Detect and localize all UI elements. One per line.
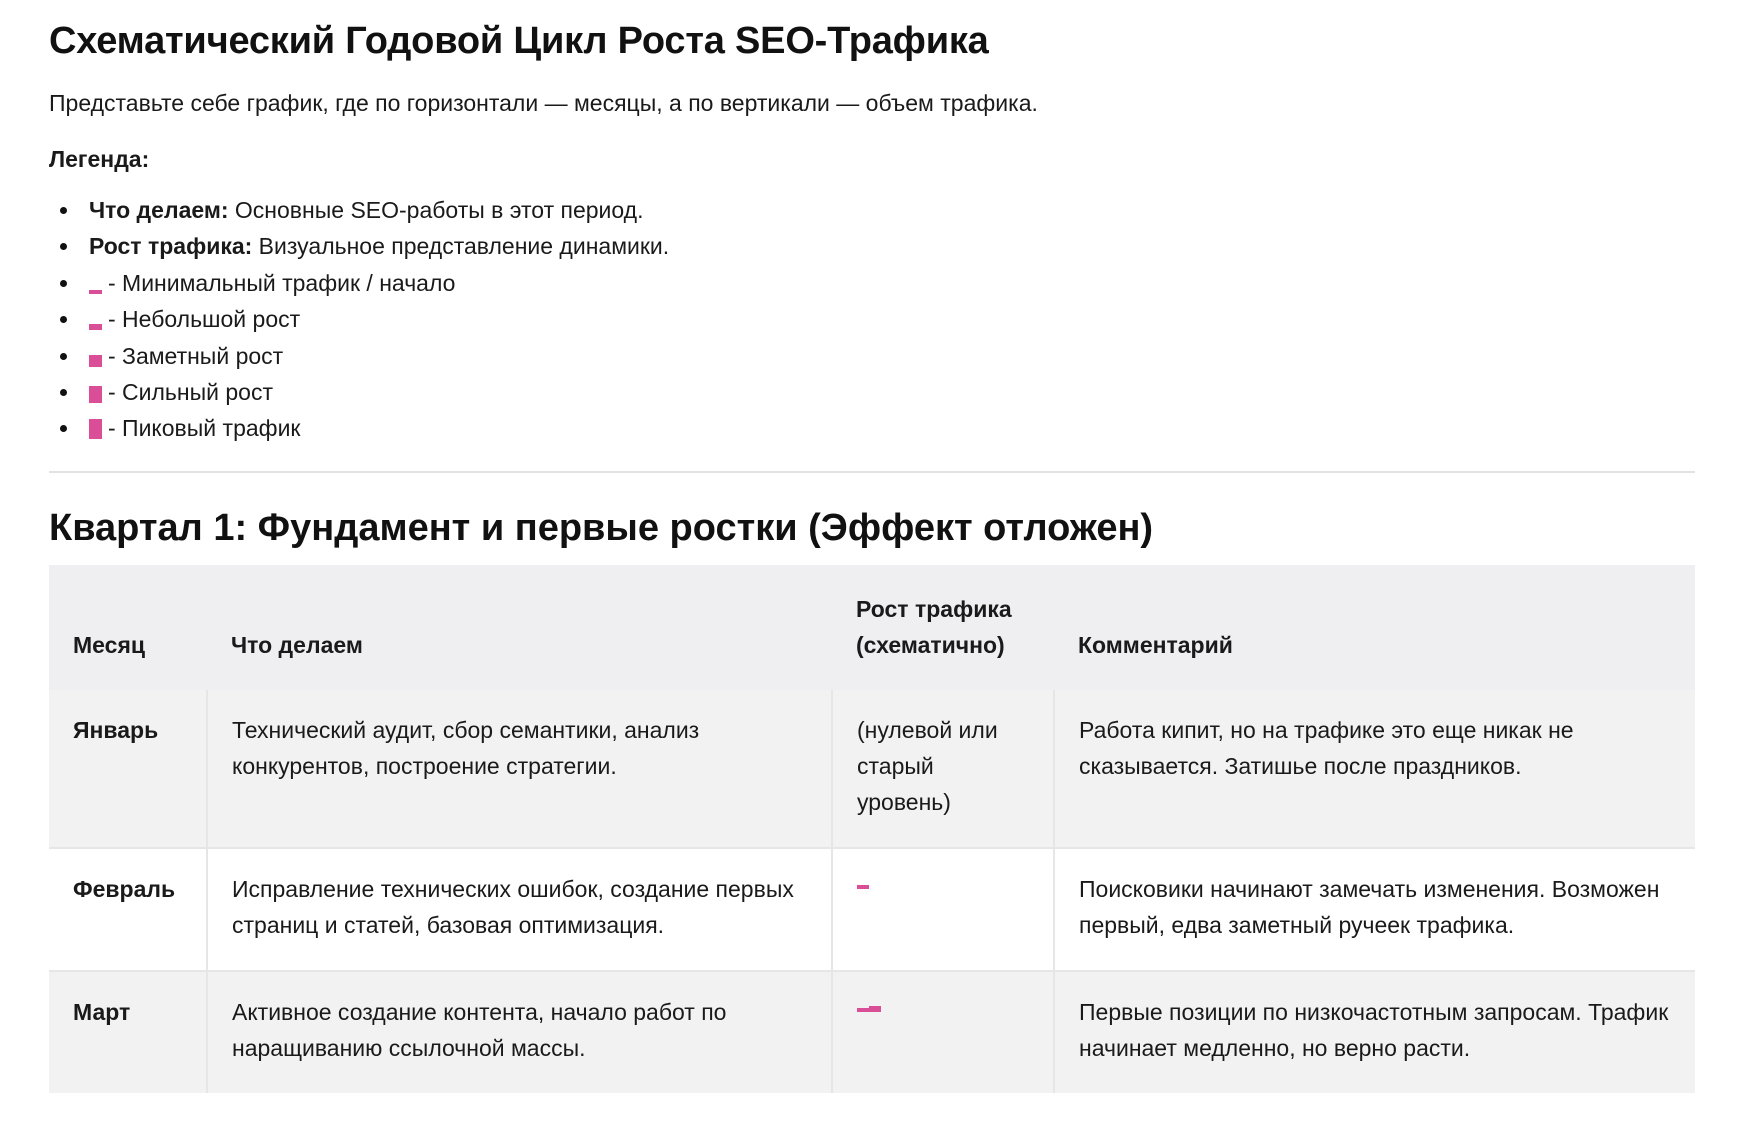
what-cell: Исправление технических ошибок, создание…: [206, 847, 832, 971]
bar-level-5-icon: [89, 414, 102, 440]
document-page: Схематический Годовой Цикл Роста SEO-Тра…: [0, 0, 1746, 1093]
growth-bar-segment: [857, 884, 869, 889]
intro-paragraph: Представьте себе график, где по горизонт…: [49, 90, 1038, 116]
legend-level-text: - Сильный рост: [108, 379, 273, 406]
legend-item-growth: Рост трафика: Визуальное представление д…: [60, 228, 1746, 264]
month-cell: Январь: [73, 716, 159, 743]
legend-item-text: Визуальное представление динамики.: [252, 233, 670, 260]
growth-cell: [831, 970, 1054, 1093]
comment-cell: Работа кипит, но на трафике это еще ника…: [1053, 689, 1695, 848]
legend-level-2: - Небольшой рост: [60, 301, 1746, 337]
growth-bar-segment: [857, 1007, 869, 1012]
table-row: Февраль Исправление технических ошибок, …: [49, 847, 1695, 971]
comment-cell: Первые позиции по низкочастотным запроса…: [1053, 970, 1695, 1093]
growth-cell: [831, 847, 1054, 971]
column-header-growth: Рост трафика (схематично): [856, 595, 1012, 659]
legend-level-text: - Пиковый трафик: [108, 415, 301, 442]
legend-item-what: Что делаем: Основные SEO-работы в этот п…: [60, 192, 1746, 228]
legend-level-5: - Пиковый трафик: [60, 410, 1746, 446]
column-header-what: Что делаем: [231, 632, 363, 659]
legend-list: Что делаем: Основные SEO-работы в этот п…: [49, 192, 1746, 447]
quarter-1-table: Месяц Что делаем Рост трафика (схематичн…: [49, 564, 1695, 1093]
bar-level-1-icon: [89, 269, 102, 294]
legend-level-3: - Заметный рост: [60, 338, 1746, 374]
bar-level-2-icon: [89, 305, 102, 331]
legend-level-text: - Минимальный трафик / начало: [108, 269, 456, 296]
table-row: Март Активное создание контента, начало …: [49, 970, 1695, 1093]
page-title: Схематический Годовой Цикл Роста SEO-Тра…: [49, 20, 989, 62]
legend-item-label: Рост трафика:: [89, 233, 253, 260]
table-row: Январь Технический аудит, сбор семантики…: [49, 689, 1695, 848]
month-cell: Март: [73, 998, 131, 1025]
what-cell: Активное создание контента, начало работ…: [206, 970, 832, 1093]
legend-level-text: - Небольшой рост: [108, 306, 301, 333]
growth-cell: (нулевой или старый уровень): [831, 689, 1054, 848]
legend-level-4: - Сильный рост: [60, 374, 1746, 410]
growth-text: (нулевой или старый уровень): [857, 716, 998, 816]
growth-bars: [857, 994, 1029, 1030]
table-header-row: Месяц Что делаем Рост трафика (схематичн…: [49, 564, 1695, 690]
comment-cell: Поисковики начинают замечать изменения. …: [1053, 847, 1695, 971]
what-cell: Технический аудит, сбор семантики, анали…: [206, 689, 832, 848]
bar-level-3-icon: [89, 342, 102, 367]
month-cell: Февраль: [73, 875, 176, 902]
growth-bar-segment: [869, 1005, 881, 1012]
growth-bars: [857, 871, 1029, 907]
legend-item-text: Основные SEO-работы в этот период.: [228, 197, 644, 223]
legend-level-1: - Минимальный трафик / начало: [60, 265, 1746, 301]
legend-heading: Легенда:: [49, 146, 150, 172]
column-header-comment: Комментарий: [1078, 632, 1233, 659]
column-header-month: Месяц: [73, 632, 145, 659]
legend-item-label: Что делаем:: [89, 197, 229, 223]
bar-level-4-icon: [89, 378, 102, 404]
quarter-1-title: Квартал 1: Фундамент и первые ростки (Эф…: [49, 506, 1154, 549]
section-divider: [49, 470, 1695, 473]
legend-level-text: - Заметный рост: [108, 342, 284, 369]
